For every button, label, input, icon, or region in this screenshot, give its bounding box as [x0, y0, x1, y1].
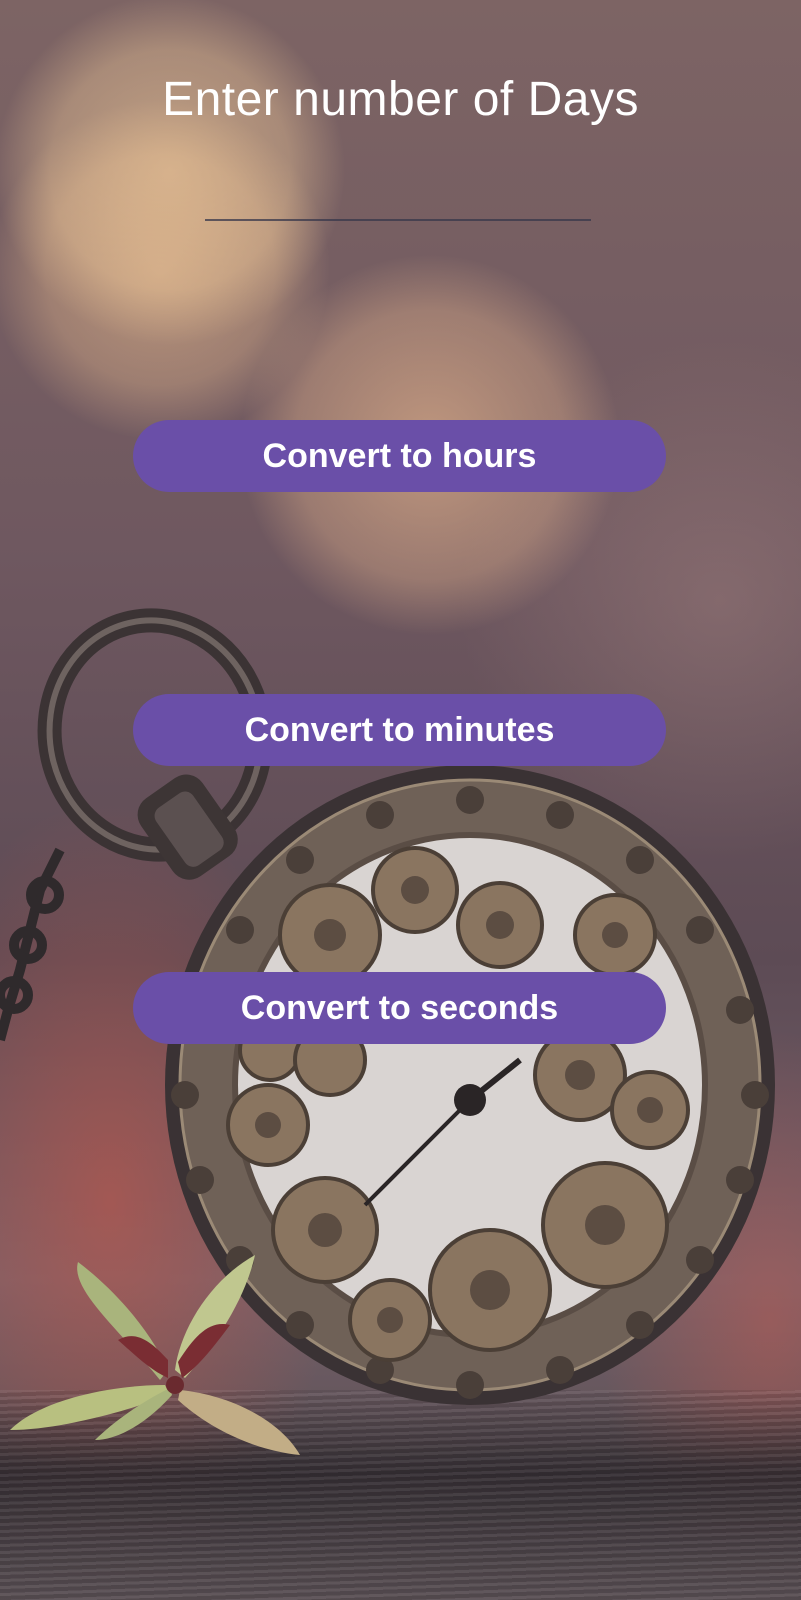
convert-to-minutes-button[interactable]: Convert to minutes: [133, 694, 666, 766]
app-screen: Enter number of Days Convert to hours Co…: [0, 0, 801, 1600]
convert-to-seconds-button[interactable]: Convert to seconds: [133, 972, 666, 1044]
convert-to-hours-button[interactable]: Convert to hours: [133, 420, 666, 492]
days-input[interactable]: [205, 175, 591, 221]
page-title: Enter number of Days: [162, 73, 639, 126]
background-floor: [0, 1390, 801, 1600]
